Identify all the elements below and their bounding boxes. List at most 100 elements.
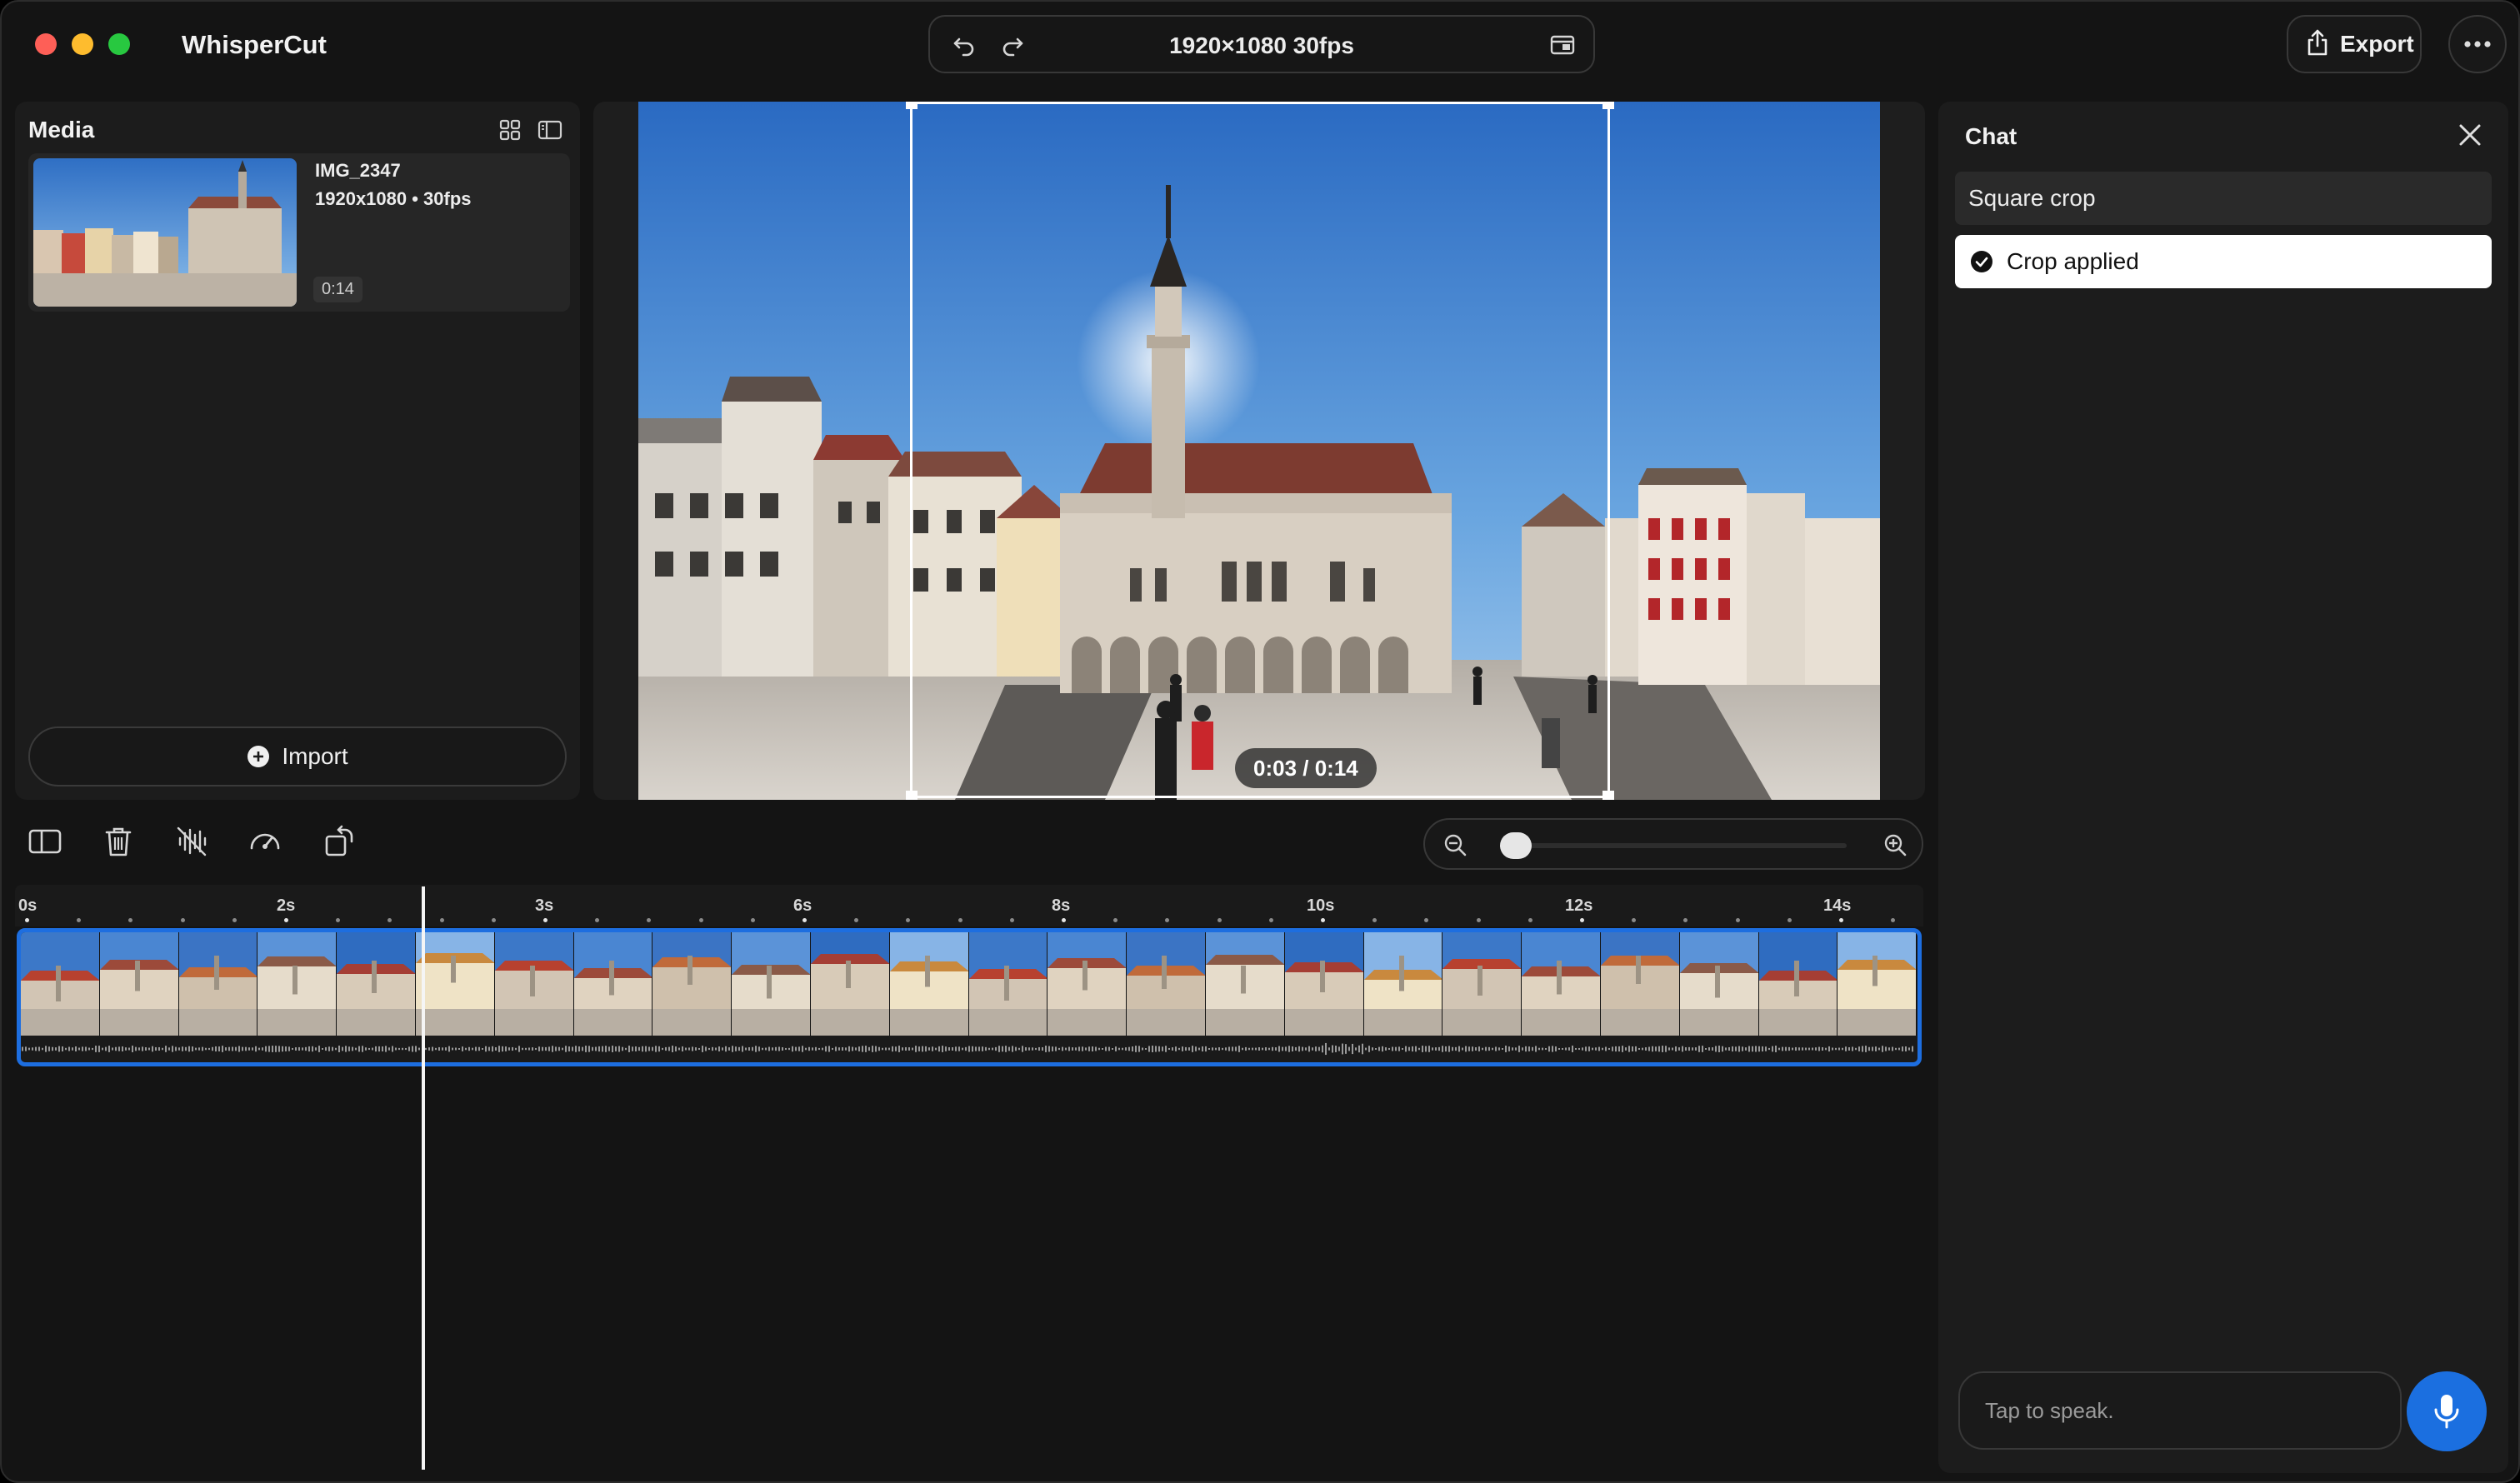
tick-dot [595,918,600,922]
media-item[interactable]: IMG_2347 1920x1080 • 30fps 0:14 [28,153,570,312]
tick-label: 2s [277,896,296,915]
clip-frame [573,932,653,1036]
speak-input[interactable]: Tap to speak. [1958,1371,2402,1450]
export-button[interactable]: Export [2287,15,2422,73]
microphone-icon [2434,1395,2459,1429]
zoom-in-icon[interactable] [1883,833,1908,858]
zoom-slider[interactable] [1500,843,1847,848]
clip-frame [1601,932,1680,1036]
audio-waveform [22,1042,1913,1056]
trash-icon[interactable] [100,823,137,860]
clip-frame [1206,932,1285,1036]
tick-dot [647,918,652,922]
sidebar-toggle-icon[interactable] [537,117,563,143]
layout-icon[interactable] [1548,31,1577,59]
tick-dot [1268,918,1273,922]
clip-frame [732,932,811,1036]
tick-dot [802,918,807,922]
tick-dot [1683,918,1688,922]
import-label: Import [282,743,348,769]
tick-dot [1165,918,1170,922]
media-item-name: IMG_2347 [315,160,401,181]
tick-dot [284,918,288,922]
tick-label: 10s [1307,896,1335,915]
crop-handle-bottom-left[interactable] [906,791,918,800]
microphone-button[interactable] [2407,1371,2487,1451]
clip-frame [1679,932,1759,1036]
check-circle-icon [1971,251,1992,272]
clip-frame [652,932,732,1036]
plus-circle-icon [248,746,270,767]
window-minimize-button[interactable] [72,33,93,55]
tick-dot [336,918,341,922]
tick-label: 0s [18,896,38,915]
ellipsis-icon [2464,41,2491,47]
window-close-button[interactable] [35,33,57,55]
video-clip-track[interactable] [17,928,1922,1066]
chat-status-text: Crop applied [2007,248,2139,274]
clip-frame [1048,932,1128,1036]
zoom-out-icon[interactable] [1443,833,1468,858]
tick-dot [1891,918,1896,922]
tick-label: 6s [793,896,812,915]
tick-dot [1217,918,1222,922]
clip-frame [889,932,969,1036]
export-label: Export [2340,31,2414,57]
grid-view-icon[interactable] [497,117,523,143]
crop-handle-top-right[interactable] [1602,102,1614,109]
tick-dot [232,918,237,922]
window-maximize-button[interactable] [108,33,130,55]
tick-label: 8s [1052,896,1071,915]
crop-handle-top-left[interactable] [906,102,918,109]
chat-message-status: Crop applied [1955,235,2492,288]
title-bar: WhisperCut 1920×1080 30fps Export [2,2,2518,88]
clip-frame [416,932,495,1036]
split-layout-icon[interactable] [27,823,63,860]
tick-dot [1787,918,1792,922]
project-toolbar: 1920×1080 30fps [928,15,1595,73]
close-icon[interactable] [2453,118,2487,152]
clip-frame [337,932,416,1036]
video-preview-panel: 0:03 / 0:14 [593,102,1925,800]
timeline-zoom-control [1423,818,1923,870]
app-title: WhisperCut [182,30,327,59]
rotate-icon[interactable] [322,823,358,860]
tick-dot [1424,918,1429,922]
tick-dot [1580,918,1584,922]
crop-handle-bottom-right[interactable] [1602,791,1614,800]
clip-frame [811,932,890,1036]
tick-dot [1321,918,1325,922]
tick-dot [1528,918,1532,922]
video-frame[interactable]: 0:03 / 0:14 [638,102,1880,800]
tick-dot [439,918,444,922]
chat-message-user: Square crop [1955,172,2492,225]
tick-dot [1009,918,1014,922]
crop-frame[interactable] [906,102,1614,800]
clip-frame [968,932,1048,1036]
speed-gauge-icon[interactable] [247,823,283,860]
tick-dot [1839,918,1843,922]
tick-dot [1062,918,1066,922]
media-panel-title: Media [28,117,95,142]
app-window: WhisperCut 1920×1080 30fps Export Media [0,0,2520,1483]
playhead[interactable] [422,886,425,1470]
import-button[interactable]: Import [28,727,567,786]
clip-frame [1284,932,1364,1036]
mute-audio-icon[interactable] [173,823,210,860]
tick-dot [958,918,962,922]
chat-title: Chat [1965,123,2018,149]
share-icon [2305,28,2330,61]
tick-label: 3s [535,896,554,915]
tick-dot [543,918,548,922]
tick-dot [1476,918,1481,922]
resolution-label[interactable]: 1920×1080 30fps [930,32,1593,59]
zoom-slider-knob[interactable] [1500,832,1532,859]
more-options-button[interactable] [2448,15,2507,73]
tick-dot [698,918,703,922]
tick-dot [1113,918,1118,922]
tick-label: 14s [1823,896,1852,915]
chat-panel: Chat Square crop Crop applied Tap to spe… [1938,102,2508,1473]
clip-frame [1127,932,1206,1036]
clip-frame [258,932,338,1036]
timeline-ruler[interactable]: 0s 2s 3s 6s 8s 10s 12s 14s [15,885,1923,926]
